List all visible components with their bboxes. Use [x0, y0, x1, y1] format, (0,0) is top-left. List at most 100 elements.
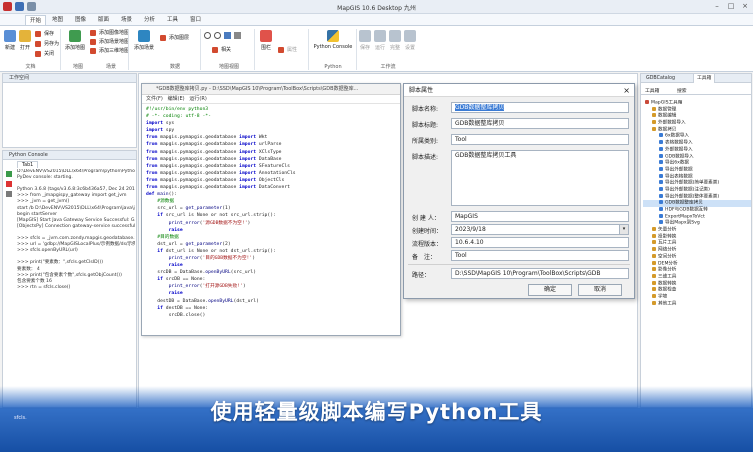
close-button[interactable]: ×: [738, 1, 752, 12]
tab-analysis[interactable]: 分析: [140, 15, 159, 25]
maximize-button[interactable]: □: [724, 1, 738, 12]
cancel-button[interactable]: 取消: [578, 284, 622, 296]
tree-item[interactable]: DEM分析: [643, 260, 751, 268]
tree-item[interactable]: 导出6x数据: [643, 160, 751, 167]
description-field[interactable]: GDB数据整库拷贝工具: [451, 150, 629, 206]
creator-field[interactable]: MapGIS: [451, 211, 629, 222]
settings-button[interactable]: 设置: [403, 30, 417, 51]
tab-start[interactable]: 开始: [25, 15, 47, 25]
tree-item-label: 外部数据导入: [658, 120, 686, 126]
tree-item[interactable]: 空间分析: [643, 253, 751, 261]
tree-item[interactable]: HDF与GDB数据互转: [643, 207, 751, 214]
python-console-button[interactable]: Python Console: [312, 30, 354, 50]
clear-console-icon[interactable]: [6, 191, 12, 197]
tree-item[interactable]: 网络分析: [643, 247, 751, 254]
tree-item[interactable]: 导出外部数据(简单要素类): [643, 180, 751, 187]
open-button[interactable]: 打开: [18, 30, 32, 51]
run-console-icon[interactable]: [6, 171, 12, 177]
tree-item[interactable]: 影像分析: [643, 267, 751, 274]
stop-button[interactable]: 完整: [388, 30, 402, 51]
menu-file[interactable]: 文件(F): [146, 96, 163, 102]
ok-button[interactable]: 确定: [528, 284, 572, 296]
version-field[interactable]: 10.6.4.10: [451, 237, 629, 248]
console-tab[interactable]: Tab1: [17, 161, 39, 168]
new-button[interactable]: 新建: [3, 30, 17, 51]
tree-item[interactable]: 数据转换: [643, 280, 751, 288]
script-editor-window[interactable]: *GDB数据整库拷贝.py - D:\SSD\MapGIS 10\Program…: [141, 83, 401, 336]
refresh-icon[interactable]: [234, 32, 241, 39]
zoom-in-icon[interactable]: [204, 32, 211, 39]
tree-item[interactable]: 导出外部数据: [643, 166, 751, 174]
code-line: from mapgis.pymapgis.geodatabase import …: [146, 177, 398, 184]
tree-item[interactable]: 三维工具: [643, 273, 751, 281]
tab-tools[interactable]: 工具: [163, 15, 182, 25]
tab-layout[interactable]: 版面: [94, 15, 113, 25]
tree-item[interactable]: 导出外部数据(整体要素类): [643, 193, 751, 201]
add-scene-map-button[interactable]: 添加场景地图: [90, 38, 129, 46]
tree-item[interactable]: 数据编辑: [643, 113, 751, 120]
code-area[interactable]: #!/usr/bin/env python3 # -*- coding: utf-…: [146, 106, 398, 334]
workflow-save-button[interactable]: 保存: [358, 30, 372, 51]
script-name-field[interactable]: GDB数据整库拷贝: [451, 102, 629, 113]
tree-item[interactable]: 矢量分析: [643, 227, 751, 234]
path-field[interactable]: D:\SSD\MapGIS 10\Program\ToolBox\Scripts…: [451, 268, 629, 279]
tree-item[interactable]: 学坡: [643, 293, 751, 301]
tree-item[interactable]: 外部数据导入: [643, 120, 751, 127]
save-as-button[interactable]: 另存为: [35, 40, 59, 48]
code-token: mapgis.pymapgis.geodatabase: [157, 149, 240, 155]
tab-map[interactable]: 地图: [48, 15, 67, 25]
tree-item[interactable]: 其他工具: [643, 300, 751, 308]
add-scene-button[interactable]: 添加场景: [132, 30, 156, 51]
tab-window[interactable]: 窗口: [186, 15, 205, 25]
menu-edit[interactable]: 编辑(E): [168, 96, 185, 102]
fence-button[interactable]: 围栏: [258, 30, 274, 51]
category-field[interactable]: Tool: [451, 134, 629, 145]
dialog-close-icon[interactable]: ×: [623, 86, 630, 95]
code-token: ObjectCls: [256, 177, 285, 183]
tree-item[interactable]: MapGIS工具箱: [643, 100, 751, 107]
menu-run[interactable]: 运行(R): [189, 96, 206, 102]
tree-item[interactable]: 投影转换: [643, 233, 751, 241]
tab-gdbcatalog[interactable]: GDBCatalog: [643, 74, 678, 83]
tree-item[interactable]: 导出Mapx到Svg: [643, 220, 751, 227]
add-layer-button[interactable]: 添加图层: [160, 34, 189, 42]
tree-item[interactable]: 6x数据导入: [643, 133, 751, 140]
run-button[interactable]: 运行: [373, 30, 387, 51]
related-button[interactable]: 相关: [212, 46, 231, 54]
tree-item[interactable]: GDB数据整库拷贝: [643, 200, 751, 207]
close-doc-button[interactable]: 关闭: [35, 50, 54, 58]
tool-icon: [659, 173, 663, 178]
subtab-toolbox[interactable]: 工具箱: [645, 87, 659, 94]
tree-item[interactable]: 外部数据导入: [643, 146, 751, 154]
tree-item[interactable]: 数据拷贝: [643, 126, 751, 134]
code-line: if src_url is None or not src_url.strip(…: [146, 212, 398, 219]
tree-item[interactable]: 表格数据导入: [643, 140, 751, 147]
zoom-out-icon[interactable]: [214, 32, 221, 39]
console-output[interactable]: D:\DevENV\VS2015\DLL\x64\Program\python\…: [17, 169, 135, 291]
property-button[interactable]: 属性: [278, 46, 297, 54]
pan-icon[interactable]: [224, 32, 231, 39]
tree-item[interactable]: ExportMapxToVct: [643, 213, 751, 221]
tree-item[interactable]: GDB数据导入: [643, 153, 751, 161]
tab-scene[interactable]: 场景: [117, 15, 136, 25]
tree-item[interactable]: 瓦片工具: [643, 240, 751, 247]
add-raster-map-button[interactable]: 添加图像地图: [90, 29, 129, 37]
toolbox-tree: MapGIS工具箱 数据管理 数据编辑 外部数据导入 数据拷贝 6x数据导入 表格数据导入外…: [643, 100, 751, 307]
save-button[interactable]: 保存: [35, 30, 54, 38]
add-map-button[interactable]: 添加地图: [63, 30, 87, 51]
script-title-field[interactable]: GDB数据整库拷贝: [451, 118, 629, 129]
code-token: main: [154, 192, 169, 198]
tree-item[interactable]: 导出表格数据: [643, 173, 751, 181]
tree-item[interactable]: 数据管理: [643, 106, 751, 114]
tree-item[interactable]: 数据检查: [643, 287, 751, 294]
calendar-dropdown-icon[interactable]: ▾: [619, 225, 628, 234]
stop-console-icon[interactable]: [6, 181, 12, 187]
tab-image[interactable]: 图像: [71, 15, 90, 25]
note-field[interactable]: Tool: [451, 250, 629, 261]
tab-toolbox[interactable]: 工具箱: [693, 74, 716, 83]
created-time-field[interactable]: 2023/9/18 ▾: [451, 224, 629, 235]
add-3d-map-button[interactable]: 添加三维地图: [90, 47, 129, 55]
subtab-search[interactable]: 搜索: [677, 87, 687, 94]
tree-item[interactable]: 导出外部数据(注记类): [643, 186, 751, 194]
minimize-button[interactable]: –: [710, 1, 724, 12]
